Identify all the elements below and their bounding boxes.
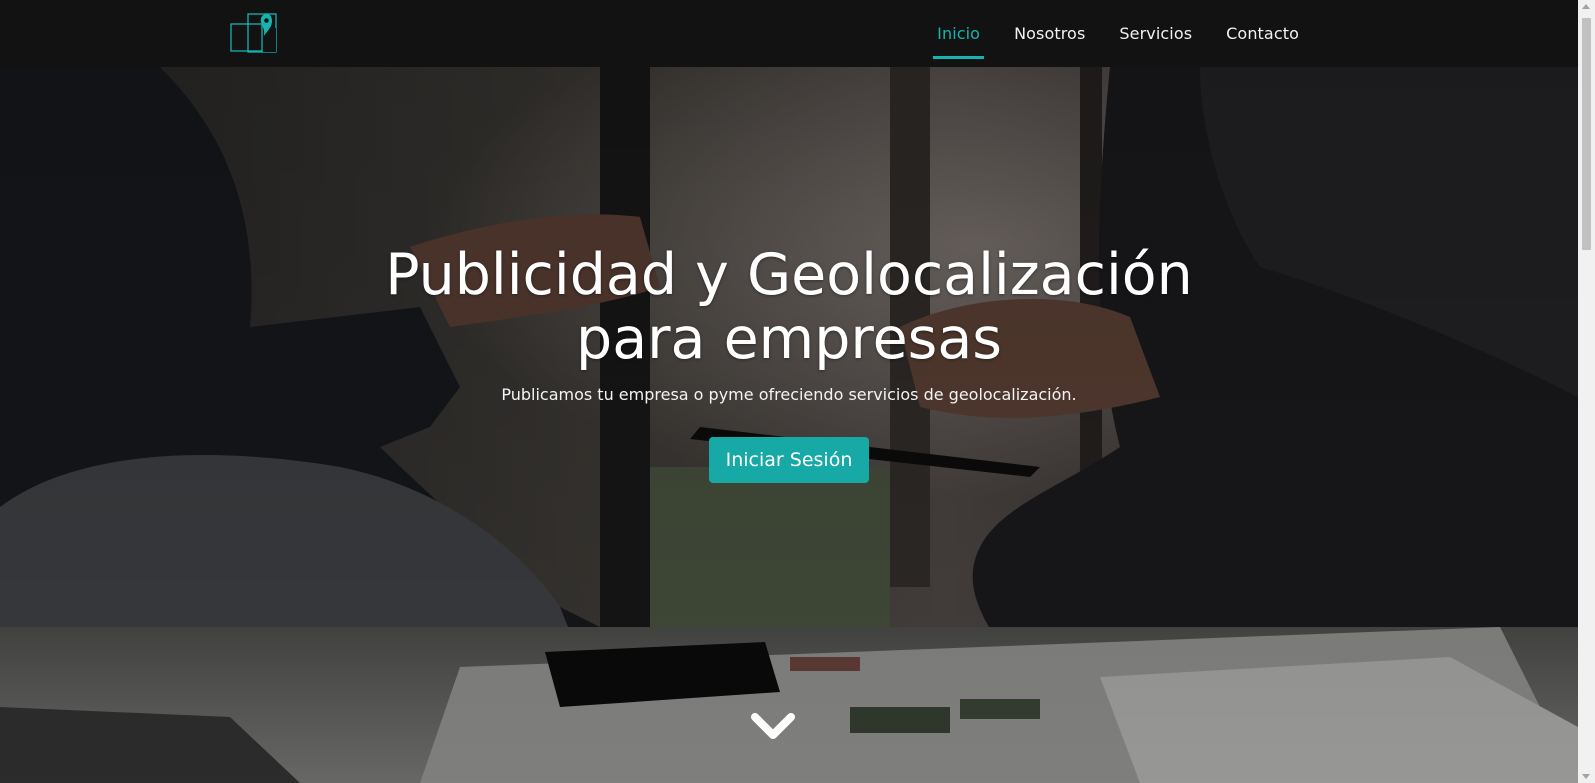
- vertical-scrollbar[interactable]: [1578, 0, 1595, 783]
- nav-item-nosotros[interactable]: Nosotros: [997, 0, 1102, 67]
- hero-section: Publicidad y Geolocalización para empres…: [0, 67, 1578, 783]
- hero-content: Publicidad y Geolocalización para empres…: [0, 243, 1578, 483]
- scroll-up-arrow-icon[interactable]: [1582, 4, 1590, 9]
- nav-item-inicio[interactable]: Inicio: [920, 0, 997, 67]
- logo[interactable]: [230, 12, 284, 54]
- chevron-down-icon: [751, 713, 795, 739]
- navbar: Inicio Nosotros Servicios Contacto: [0, 0, 1578, 67]
- map-pin-logo-icon: [230, 13, 277, 53]
- login-button[interactable]: Iniciar Sesión: [708, 437, 870, 483]
- hero-subtitle: Publicamos tu empresa o pyme ofreciendo …: [501, 385, 1077, 404]
- hero-title: Publicidad y Geolocalización para empres…: [385, 242, 1193, 372]
- nav-item-servicios[interactable]: Servicios: [1102, 0, 1209, 67]
- nav-item-contacto[interactable]: Contacto: [1209, 0, 1316, 67]
- main-nav: Inicio Nosotros Servicios Contacto: [920, 0, 1316, 67]
- page: Inicio Nosotros Servicios Contacto Publi…: [0, 0, 1595, 783]
- scrollbar-thumb[interactable]: [1582, 18, 1591, 250]
- scroll-down-arrow-icon[interactable]: [1582, 774, 1590, 779]
- scroll-down-button[interactable]: [751, 709, 795, 741]
